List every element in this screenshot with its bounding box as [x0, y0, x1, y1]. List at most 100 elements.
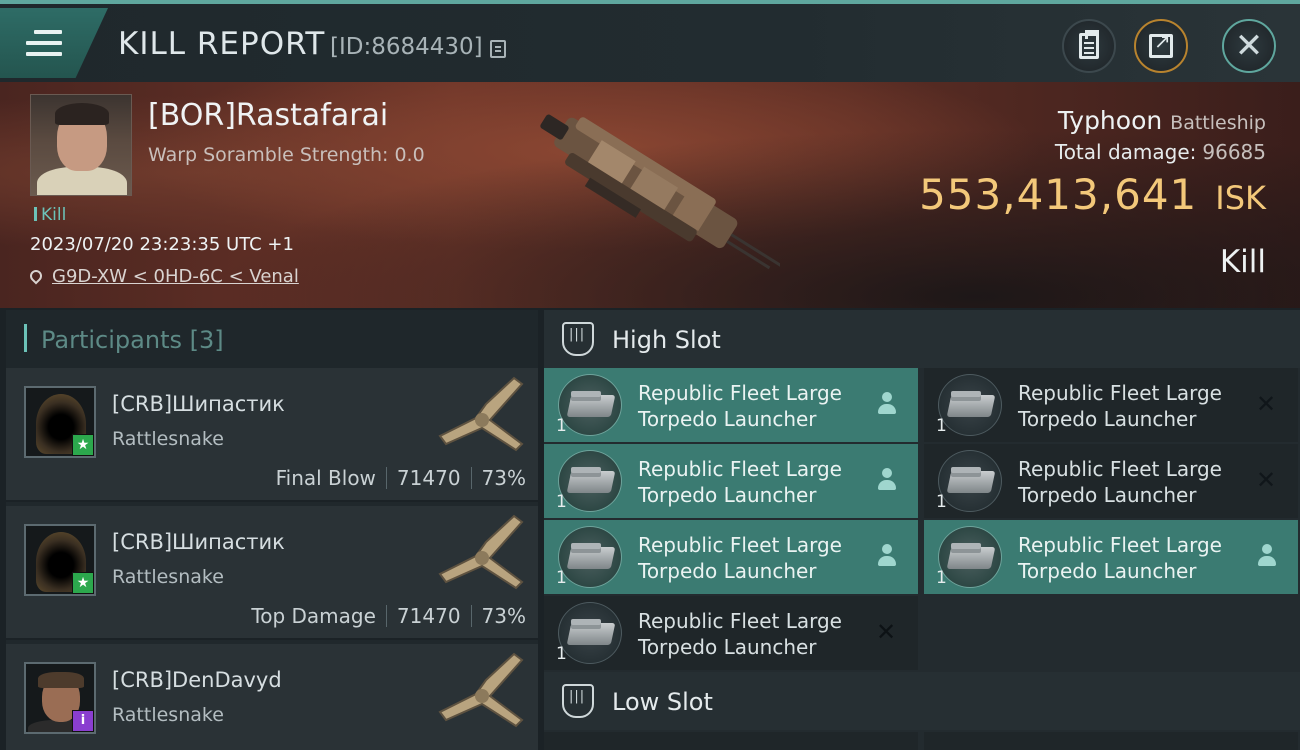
- low-slot-header: Low Slot: [544, 672, 1300, 730]
- module-quantity: 1: [936, 568, 947, 588]
- destroyed-x-icon: ✕: [1256, 390, 1277, 418]
- location-link[interactable]: G9D-XW < 0HD-6C < Venal: [52, 266, 299, 287]
- participant-role: Final Blow: [275, 466, 376, 490]
- module-quantity: 1: [936, 492, 947, 512]
- high-slot-icon: [562, 322, 594, 356]
- participant-row[interactable]: ★ [CRB]Шипастик Rattlesnake Final Blow 71…: [6, 368, 538, 502]
- share-button[interactable]: [1134, 19, 1188, 73]
- torpedo-launcher-icon: [938, 450, 1002, 512]
- low-slot-label: Low Slot: [612, 688, 713, 716]
- ship-class: Battleship: [1170, 112, 1266, 134]
- star-badge-icon: ★: [72, 572, 94, 594]
- clipboard-button[interactable]: [1062, 19, 1116, 73]
- module-item[interactable]: 1 Republic Fleet Large Torpedo Launcher: [924, 520, 1298, 594]
- module-item[interactable]: 1 Republic Fleet Large Torpedo Launcher …: [924, 444, 1298, 518]
- module-name: Republic Fleet Large Torpedo Launcher: [1018, 533, 1222, 583]
- close-icon: ✕: [1234, 26, 1264, 66]
- participant-damage: 71470: [396, 604, 461, 628]
- module-quantity: 1: [936, 416, 947, 436]
- module-name: Republic Fleet Large Torpedo Launcher: [638, 609, 842, 659]
- result-label: Kill: [1219, 244, 1266, 280]
- rattlesnake-ship-icon: [438, 514, 524, 590]
- rattlesnake-ship-icon: [438, 652, 524, 728]
- module-name: Republic Fleet Large Torpedo Launcher: [1018, 381, 1222, 431]
- share-icon: [1149, 29, 1173, 58]
- total-damage-label: Total damage:: [1054, 140, 1197, 164]
- module-item-partial[interactable]: [924, 732, 1298, 750]
- participant-row[interactable]: ★ [CRB]Шипастик Rattlesnake Top Damage 71…: [6, 506, 538, 640]
- module-quantity: 1: [556, 492, 567, 512]
- destroyed-x-icon: ✕: [1256, 466, 1277, 494]
- module-item[interactable]: 1 Republic Fleet Large Torpedo Launcher: [544, 520, 918, 594]
- torpedo-launcher-icon: [558, 374, 622, 436]
- isk-unit: ISK: [1215, 179, 1266, 217]
- info-badge-icon: i: [72, 710, 94, 732]
- participant-stats: Top Damage 71470 73%: [251, 604, 526, 628]
- ship-name: Typhoon: [1057, 106, 1163, 135]
- participant-stats: Final Blow 71470 73%: [276, 466, 526, 490]
- participants-header: Participants [3]: [6, 310, 538, 368]
- low-slot-icon: [562, 684, 594, 718]
- high-slot-label: High Slot: [612, 326, 721, 354]
- participant-name: [CRB]Шипастик: [112, 392, 285, 416]
- report-id: [ID:8684430]: [330, 34, 483, 60]
- total-damage: Total damage: 96685: [1055, 140, 1266, 164]
- participant-percent: 73%: [481, 604, 526, 628]
- participant-name: [CRB]DenDavyd: [112, 668, 282, 692]
- victim-portrait[interactable]: [30, 94, 132, 196]
- kill-tag: Kill: [34, 205, 66, 225]
- page-title: KILL REPORT: [118, 26, 326, 62]
- module-item[interactable]: 1 Republic Fleet Large Torpedo Launcher …: [544, 596, 918, 670]
- fitting-panel: High Slot 1 Republic Fleet Large Torpedo…: [544, 310, 1300, 750]
- participants-panel: Participants [3] ★ [CRB]Шипастик Rattles…: [6, 310, 538, 750]
- torpedo-launcher-icon: [938, 374, 1002, 436]
- victim-name[interactable]: [BOR]Rastafarai: [148, 98, 388, 133]
- isk-amount: 553,413,641: [919, 170, 1198, 219]
- torpedo-launcher-icon: [938, 526, 1002, 588]
- participant-ship: Rattlesnake: [112, 428, 224, 450]
- participant-percent: 73%: [481, 466, 526, 490]
- dropped-person-icon: [876, 468, 898, 492]
- module-item[interactable]: 1 Republic Fleet Large Torpedo Launcher …: [924, 368, 1298, 442]
- module-name: Republic Fleet Large Torpedo Launcher: [638, 533, 842, 583]
- module-item[interactable]: 1 Republic Fleet Large Torpedo Launcher: [544, 444, 918, 518]
- isk-value: 553,413,641 ISK: [919, 170, 1266, 219]
- module-quantity: 1: [556, 568, 567, 588]
- star-badge-icon: ★: [72, 434, 94, 456]
- participant-damage: 71470: [396, 466, 461, 490]
- dropped-person-icon: [1256, 544, 1278, 568]
- participants-title: Participants [3]: [41, 326, 224, 354]
- participant-ship: Rattlesnake: [112, 704, 224, 726]
- copy-icon[interactable]: [490, 40, 506, 58]
- rattlesnake-ship-icon: [438, 376, 524, 452]
- high-slot-header: High Slot: [544, 310, 1300, 368]
- kill-datetime: 2023/07/20 23:23:35 UTC +1: [30, 234, 294, 255]
- total-damage-value: 96685: [1202, 140, 1266, 164]
- torpedo-launcher-icon: [558, 450, 622, 512]
- module-name: Republic Fleet Large Torpedo Launcher: [1018, 457, 1222, 507]
- module-name: Republic Fleet Large Torpedo Launcher: [638, 457, 842, 507]
- location-pin-icon: [27, 267, 45, 285]
- dropped-person-icon: [876, 544, 898, 568]
- module-quantity: 1: [556, 416, 567, 436]
- warp-scramble-strength: Warp Soramble Strength: 0.0: [148, 144, 425, 166]
- module-item-partial[interactable]: [544, 732, 918, 750]
- kill-location[interactable]: G9D-XW < 0HD-6C < Venal: [27, 266, 299, 287]
- participant-role: Top Damage: [251, 604, 376, 628]
- module-name: Republic Fleet Large Torpedo Launcher: [638, 381, 842, 431]
- participant-name: [CRB]Шипастик: [112, 530, 285, 554]
- participant-ship: Rattlesnake: [112, 566, 224, 588]
- victim-ship-image: [540, 114, 780, 270]
- module-item[interactable]: 1 Republic Fleet Large Torpedo Launcher: [544, 368, 918, 442]
- dropped-person-icon: [876, 392, 898, 416]
- destroyed-x-icon: ✕: [876, 618, 897, 646]
- menu-button[interactable]: [0, 8, 108, 78]
- torpedo-launcher-icon: [558, 602, 622, 664]
- hamburger-icon: [26, 30, 62, 56]
- top-bar: KILL REPORT [ID:8684430] ✕: [0, 0, 1300, 82]
- close-button[interactable]: ✕: [1222, 19, 1276, 73]
- victim-ship[interactable]: Typhoon Battleship: [1058, 106, 1266, 135]
- participant-row[interactable]: i [CRB]DenDavyd Rattlesnake: [6, 644, 538, 750]
- torpedo-launcher-icon: [558, 526, 622, 588]
- module-quantity: 1: [556, 644, 567, 664]
